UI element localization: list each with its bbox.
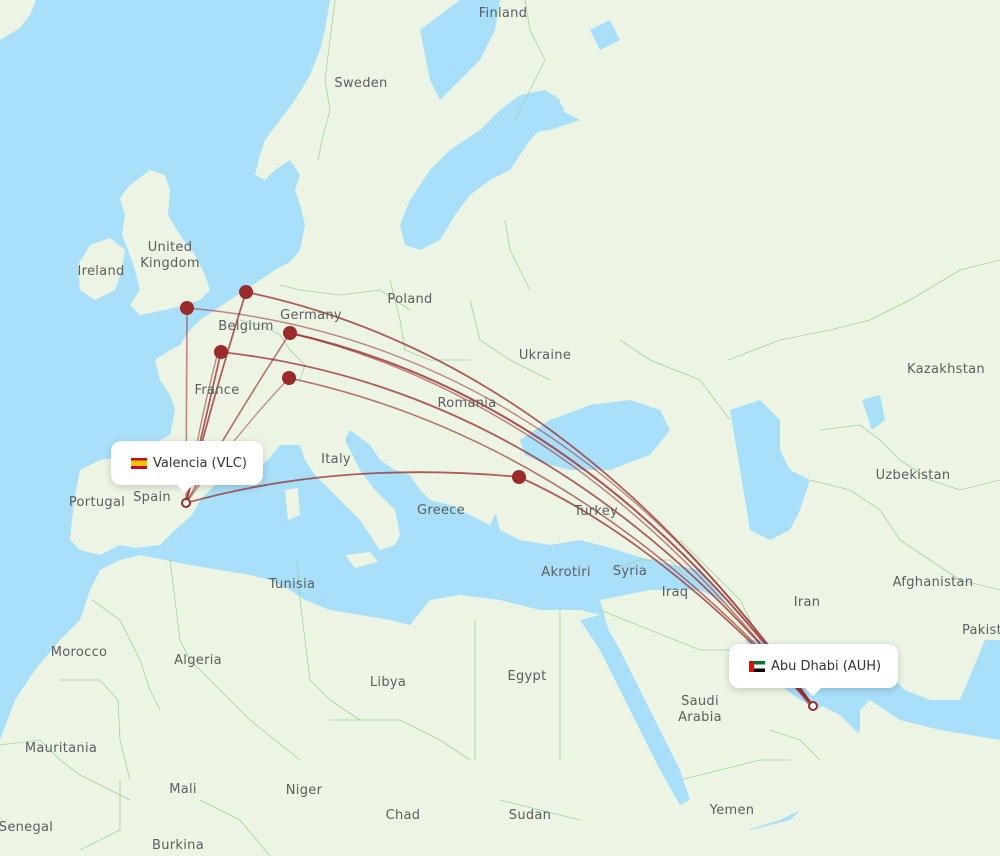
origin-airport-name: Valencia (VLC) (153, 455, 247, 471)
route-map[interactable] (0, 0, 1000, 856)
country-label-mali: Mali (169, 782, 197, 797)
country-label-pakistan: Pakist (961, 623, 1000, 638)
hub-zurich[interactable] (282, 371, 296, 385)
country-label-syria: Syria (612, 564, 648, 579)
spain-flag-icon (131, 457, 147, 469)
country-label-chad: Chad (385, 808, 421, 823)
country-label-saudi-arabia: Saudi Arabia (678, 694, 722, 725)
country-label-libya: Libya (369, 675, 407, 690)
country-label-sweden: Sweden (334, 76, 388, 91)
country-label-yemen: Yemen (709, 803, 755, 818)
country-label-mauritania: Mauritania (24, 741, 98, 756)
country-label-finland: Finland (478, 6, 528, 21)
country-label-morocco: Morocco (50, 645, 108, 660)
country-label-ukraine: Ukraine (518, 348, 572, 363)
country-label-burkina: Burkina (152, 838, 204, 853)
country-label-tunisia: Tunisia (268, 577, 316, 592)
origin-airport-marker[interactable] (181, 498, 191, 508)
country-label-greece: Greece (416, 503, 466, 518)
origin-airport-callout[interactable]: Valencia (VLC) (111, 441, 263, 485)
country-label-united-kingdom: United Kingdom (140, 240, 200, 271)
hub-amsterdam[interactable] (239, 285, 253, 299)
hub-london[interactable] (180, 301, 194, 315)
country-label-senegal: Senegal (0, 820, 54, 835)
country-label-belgium: Belgium (218, 319, 274, 334)
country-label-kazakhstan: Kazakhstan (907, 362, 985, 377)
country-label-uzbekistan: Uzbekistan (875, 468, 951, 483)
country-label-algeria: Algeria (174, 653, 222, 668)
hub-paris[interactable] (214, 345, 228, 359)
country-label-romania: Romania (437, 396, 497, 411)
country-label-portugal: Portugal (68, 495, 126, 510)
country-label-iraq: Iraq (661, 585, 689, 600)
country-label-niger: Niger (285, 783, 323, 798)
country-label-germany: Germany (280, 308, 342, 323)
destination-airport-name: Abu Dhabi (AUH) (771, 658, 882, 674)
country-label-ireland: Ireland (77, 264, 125, 279)
country-label-sudan: Sudan (508, 808, 552, 823)
hub-istanbul[interactable] (512, 470, 526, 484)
country-label-afghanistan: Afghanistan (892, 575, 974, 590)
country-label-iran: Iran (793, 595, 821, 610)
country-label-poland: Poland (387, 292, 433, 307)
country-label-france: France (194, 383, 240, 398)
country-label-egypt: Egypt (507, 669, 547, 684)
uae-flag-icon (749, 660, 765, 672)
destination-airport-marker[interactable] (808, 701, 818, 711)
destination-airport-callout[interactable]: Abu Dhabi (AUH) (729, 644, 898, 688)
country-label-spain: Spain (133, 490, 171, 505)
country-label-italy: Italy (321, 452, 351, 467)
country-label-turkey: Turkey (573, 504, 619, 519)
hub-frankfurt[interactable] (283, 326, 297, 340)
country-label-akrotiri: Akrotiri (541, 565, 591, 580)
